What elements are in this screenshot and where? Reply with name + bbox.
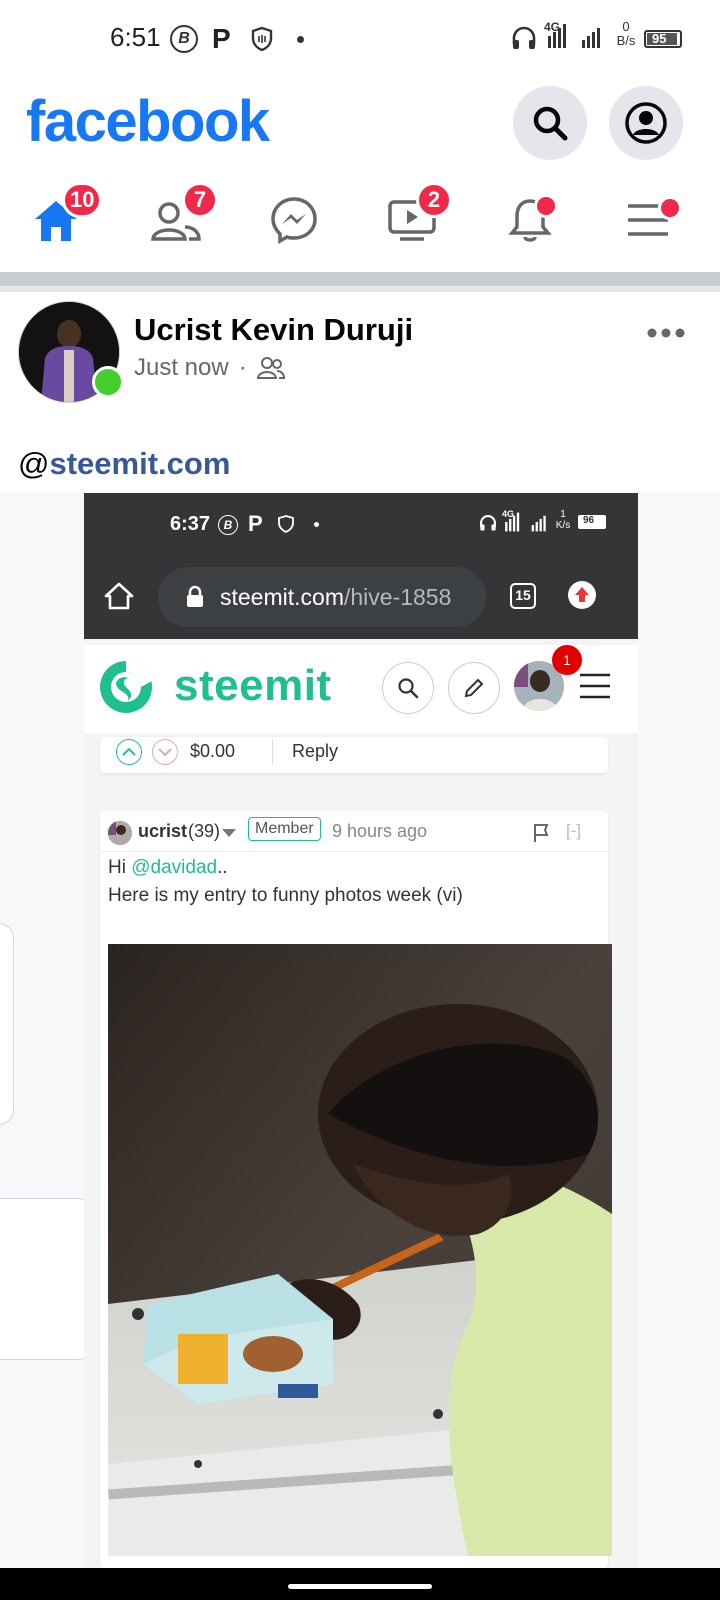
reply-link: Reply	[292, 741, 339, 761]
payout-amount: $0.00	[190, 741, 236, 761]
user-circle-icon	[625, 102, 667, 144]
section-divider-shadow	[0, 286, 720, 292]
upvote-icon	[116, 739, 142, 765]
home-gesture-pill[interactable]	[288, 1584, 432, 1589]
side-tab-lower	[0, 1198, 94, 1360]
search-icon	[382, 662, 434, 714]
embedded-steemit-header: steemit 1	[84, 645, 638, 733]
comment-greeting: Hi @davidad..	[108, 857, 228, 879]
post-meta: Just now ·	[134, 354, 285, 382]
net-speed-value: 0	[622, 19, 630, 34]
net-speed-unit: B/s	[616, 33, 636, 48]
funny-photo	[108, 944, 612, 1556]
tab-messenger[interactable]	[264, 190, 324, 250]
p-icon: P	[248, 511, 263, 536]
b-icon: B	[170, 25, 198, 53]
embedded-status-time: 6:37	[170, 513, 211, 535]
upload-icon	[568, 581, 596, 609]
embedded-status-bar: 6:37 B P 4G 1 K/s 96	[84, 493, 638, 557]
embedded-vote-card: $0.00 Reply	[100, 737, 608, 773]
side-tab-upper	[0, 923, 14, 1125]
friends-badge: 7	[182, 182, 218, 218]
mention-link: @davidad	[131, 857, 218, 878]
embedded-screenshot: 6:37 B P 4G 1 K/s 96 steemit.com/hive-18…	[84, 493, 638, 1568]
battery-icon: 96	[578, 515, 606, 529]
menu-icon	[580, 673, 610, 704]
embedded-url-bar: steemit.com/hive-1858 15	[84, 557, 638, 639]
post-link[interactable]: steemit.com	[49, 446, 230, 481]
friends-audience-icon	[256, 357, 285, 379]
steemit-wordmark: steemit	[174, 661, 332, 710]
search-icon	[533, 106, 568, 141]
embedded-net-speed-value: 1	[560, 509, 566, 520]
tab-home[interactable]: 10	[26, 182, 103, 250]
headphones-icon	[479, 514, 497, 537]
comment-user: ucrist	[138, 821, 188, 841]
comment-avatar	[108, 821, 132, 845]
caret-down-icon	[222, 829, 236, 837]
messenger-icon	[271, 197, 317, 245]
menu-dot	[658, 196, 682, 220]
tab-watch[interactable]: 2	[382, 182, 452, 250]
battery-level: 95	[652, 31, 667, 46]
embedded-network-type: 4G	[502, 509, 515, 519]
embedded-address-field: steemit.com/hive-1858	[158, 567, 486, 627]
embedded-battery-level: 96	[583, 515, 595, 526]
greeting-prefix: Hi	[108, 857, 132, 878]
flag-icon	[532, 823, 550, 848]
tab-friends[interactable]: 7	[146, 182, 218, 250]
member-badge: Member	[248, 817, 321, 841]
watch-badge: 2	[416, 182, 452, 218]
vote-divider	[272, 739, 273, 765]
embedded-url-host: steemit.com	[220, 583, 344, 610]
post-text: @steemit.com	[18, 446, 230, 482]
more-options-icon[interactable]	[646, 326, 686, 344]
search-button[interactable]	[513, 86, 587, 160]
notification-dot-icon	[297, 36, 304, 43]
home-icon	[104, 581, 134, 616]
comment-time: 9 hours ago	[332, 821, 428, 841]
greeting-suffix: ..	[217, 857, 228, 878]
comment-body: Here is my entry to funny photos week (v…	[108, 885, 463, 906]
net-speed: 0 B/s	[612, 20, 640, 48]
post-text-prefix: @	[18, 446, 50, 481]
battery-icon: 95	[644, 30, 682, 48]
shield-icon	[250, 26, 274, 57]
post-time[interactable]: Just now	[134, 354, 229, 382]
home-badge: 10	[62, 182, 103, 218]
collapse-toggle: [-]	[566, 821, 582, 840]
notifications-dot	[534, 194, 558, 218]
downvote-icon	[152, 739, 178, 765]
meta-separator: ·	[238, 354, 247, 381]
comment-reputation: (39)	[188, 821, 221, 841]
embedded-url-path: /hive-1858	[343, 583, 452, 610]
comment-divider	[100, 851, 608, 852]
signal-icon: 4G	[502, 509, 552, 540]
shield-icon	[278, 515, 294, 538]
tab-menu[interactable]	[618, 190, 682, 250]
embedded-net-speed-unit: K/s	[555, 520, 571, 531]
notification-dot-icon	[314, 522, 319, 527]
embedded-notif-badge: 1	[552, 645, 582, 675]
pencil-icon	[448, 662, 500, 714]
author-name[interactable]: Ucrist Kevin Duruji	[134, 312, 413, 348]
tab-notifications[interactable]	[500, 190, 560, 250]
online-indicator	[92, 366, 124, 398]
steemit-logo-icon	[100, 661, 152, 713]
post-image[interactable]: 6:37 B P 4G 1 K/s 96 steemit.com/hive-18…	[0, 493, 720, 1568]
embedded-net-speed: 1 K/s	[552, 509, 574, 531]
b-icon: B	[218, 515, 238, 535]
facebook-logo[interactable]: facebook	[26, 88, 270, 155]
profile-button[interactable]	[609, 86, 683, 160]
headphones-icon	[511, 26, 537, 55]
p-icon: P	[212, 23, 231, 54]
section-divider	[0, 272, 720, 286]
tab-count-icon: 15	[510, 583, 536, 609]
lock-icon	[187, 585, 203, 607]
status-time: 6:51	[110, 22, 161, 52]
